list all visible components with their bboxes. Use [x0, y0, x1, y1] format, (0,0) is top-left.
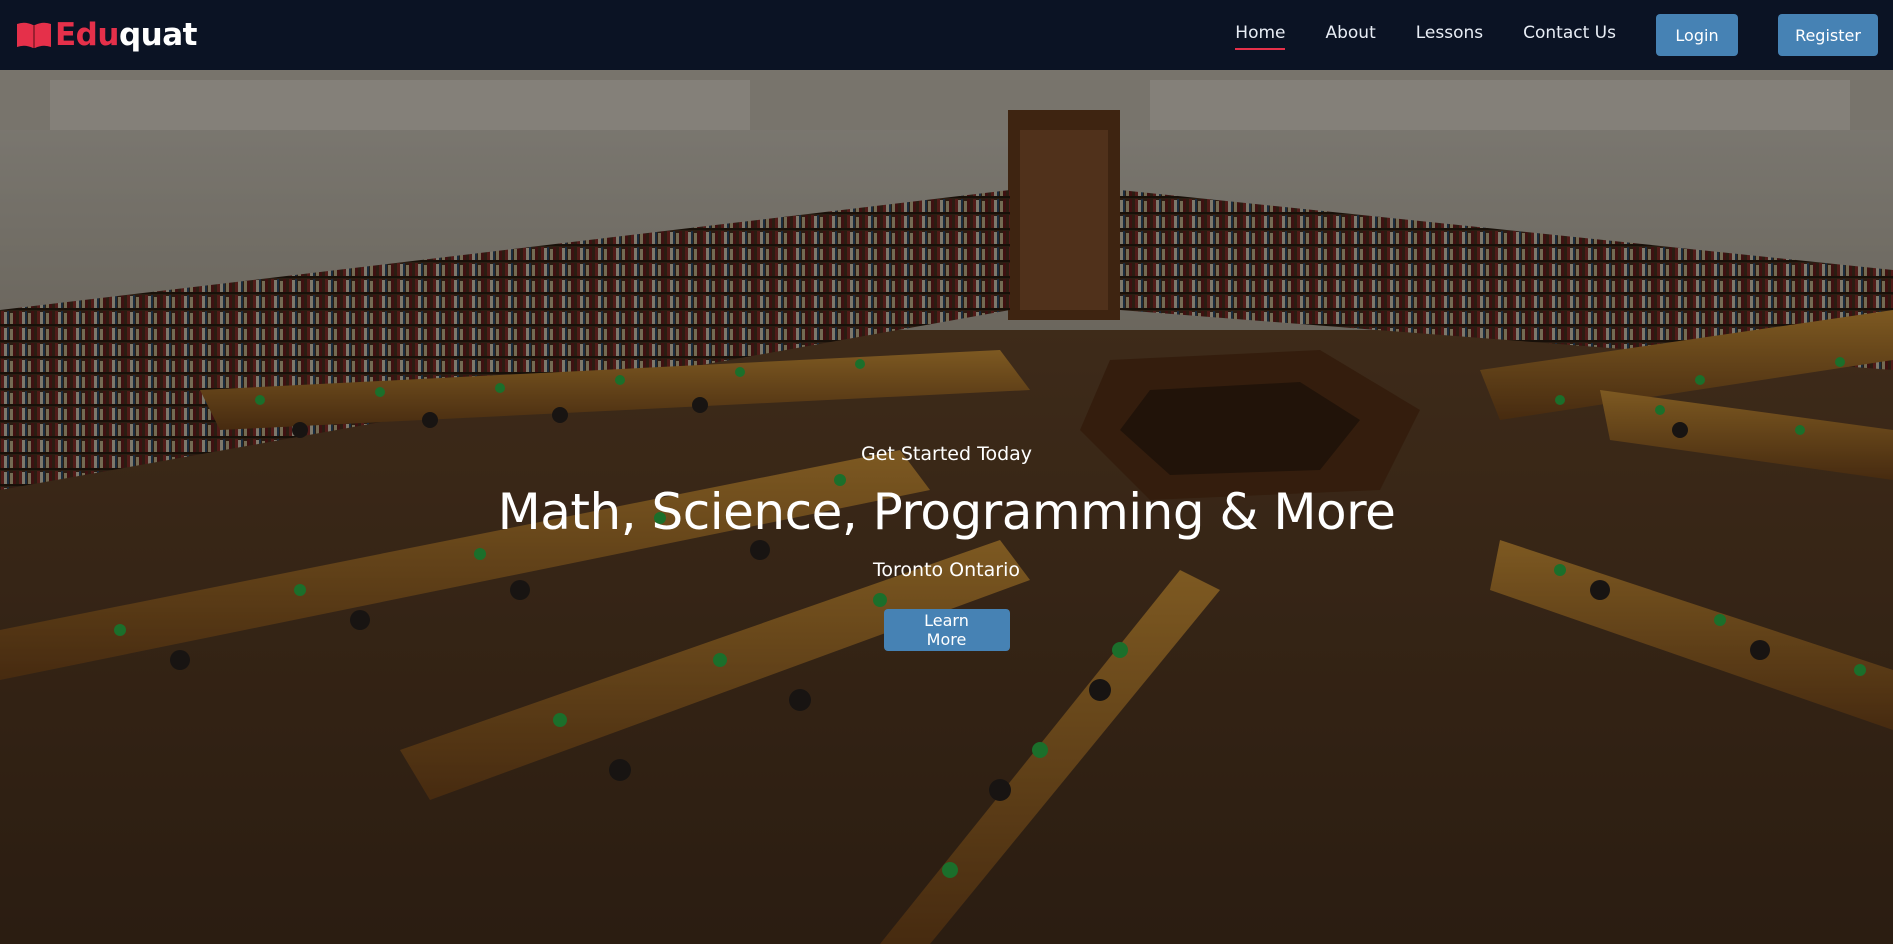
register-button[interactable]: Register	[1778, 14, 1878, 56]
hero-kicker: Get Started Today	[860, 443, 1033, 465]
login-button[interactable]: Login	[1656, 14, 1738, 56]
hero-title: Math, Science, Programming & More	[497, 483, 1396, 541]
learn-more-button[interactable]: Learn More	[883, 609, 1010, 651]
brand-logo[interactable]: Eduquat	[15, 0, 197, 70]
nav-link-contact[interactable]: Contact Us	[1523, 23, 1616, 47]
book-icon	[17, 22, 51, 48]
navbar: Eduquat Home About Lessons Contact Us Lo…	[0, 0, 1893, 70]
brand-name-part2: quat	[118, 17, 198, 53]
nav-menu: Home About Lessons Contact Us Login Regi…	[1215, 0, 1878, 70]
nav-link-home[interactable]: Home	[1235, 23, 1286, 50]
hero-content: Get Started Today Math, Science, Program…	[0, 70, 1893, 944]
nav-link-about[interactable]: About	[1325, 23, 1375, 47]
nav-link-lessons[interactable]: Lessons	[1416, 23, 1483, 47]
hero-location: Toronto Ontario	[873, 559, 1020, 581]
brand-name-part1: Edu	[55, 17, 119, 53]
brand-name: Eduquat	[55, 17, 197, 53]
hero-section: Get Started Today Math, Science, Program…	[0, 70, 1893, 944]
